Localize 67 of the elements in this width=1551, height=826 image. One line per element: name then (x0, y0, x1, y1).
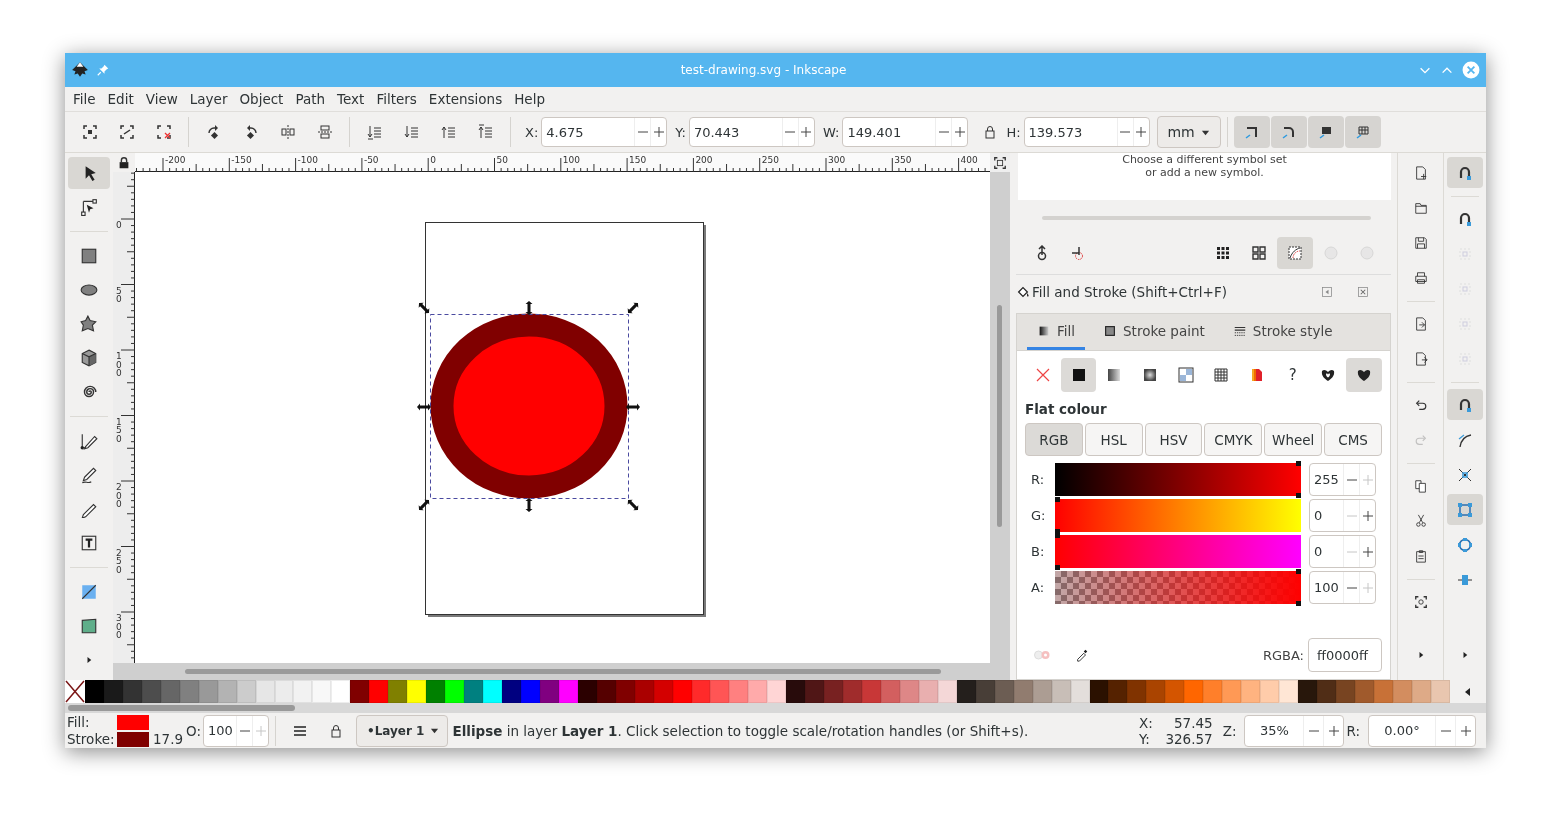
cursor-x-label: X: (1138, 714, 1153, 731)
number-field[interactable]: 100 (1309, 571, 1376, 604)
horizontal-ruler: -200 -150 -100 -50 0 50 100 150 200 250 300 350 400 (135, 153, 990, 172)
ruler-label: 250 (116, 548, 123, 575)
ruler-label: 300 (116, 614, 123, 640)
stroke-width: 17.9 (153, 731, 184, 748)
tab[interactable]: Fill (1027, 314, 1086, 350)
number-field[interactable]: 149.401 (842, 117, 969, 147)
opacity-field[interactable]: 100 (203, 714, 269, 747)
ruler-label: 100 (116, 352, 123, 378)
window-title: test-drawing.svg - Inkscape (679, 63, 848, 77)
mode-tab[interactable]: HSV (1144, 423, 1203, 456)
menu-item[interactable]: Filters (370, 91, 423, 107)
mode-tab[interactable]: HSL (1084, 423, 1143, 456)
field-label: H: (1006, 124, 1021, 140)
unset-paint-button[interactable]: ? (1274, 358, 1311, 392)
hint-text: Choose a different symbol set (1122, 153, 1287, 166)
mode-tab[interactable]: CMS (1324, 423, 1382, 456)
layer-dropdown[interactable]: •Layer 1 (356, 714, 449, 747)
ruler-label: 0 (116, 221, 123, 230)
tab[interactable]: Stroke paint (1093, 314, 1215, 350)
ruler-label: 200 (116, 483, 123, 509)
menu-item[interactable]: Edit (101, 91, 140, 107)
rgba-field[interactable]: ff0000ff (1308, 638, 1382, 672)
mode-tab[interactable]: CMYK (1204, 423, 1263, 456)
menu-item[interactable]: Help (508, 91, 551, 107)
field-label: W: (822, 124, 840, 140)
status-message: Ellipse in layer Layer 1. Click selection to toggle scale/rotation handles (or Shift+s). (452, 722, 1029, 739)
number-field[interactable]: 0 (1309, 499, 1376, 532)
menu-item[interactable]: Text (331, 91, 371, 107)
number-field[interactable]: 70.443 (688, 117, 815, 147)
zoom-field[interactable]: 35% (1244, 714, 1345, 747)
rgba-label: RGBA: (1262, 647, 1304, 663)
panel-title: Fill and Stroke (Shift+Ctrl+F) (1032, 284, 1228, 300)
field-label: Y: (675, 124, 686, 140)
channel-label: G: (1030, 508, 1047, 523)
menu-item[interactable]: Layer (183, 91, 234, 107)
rotation-field[interactable]: 0.00° (1368, 714, 1476, 747)
cursor-x-value: 57.45 (1173, 714, 1213, 731)
channel-label: A: (1030, 580, 1046, 595)
cursor-y-label: Y: (1138, 730, 1151, 747)
hint-text: or add a new symbol. (1145, 166, 1264, 179)
channel-label: R: (1030, 472, 1045, 487)
cursor-y-value: 326.57 (1164, 730, 1213, 747)
tab[interactable]: Stroke style (1222, 314, 1343, 350)
menu-item[interactable]: File (67, 91, 102, 107)
section-heading: Flat colour (1025, 401, 1108, 417)
opacity-label: O: (186, 722, 201, 739)
channel-label: B: (1030, 544, 1046, 559)
field-label: X: (525, 124, 539, 140)
menu-item[interactable]: Path (289, 91, 332, 107)
fill-label: Fill: (67, 713, 91, 731)
unit-dropdown[interactable]: mm (1156, 116, 1221, 148)
mode-tab[interactable]: RGB (1025, 423, 1083, 456)
number-field[interactable]: 0 (1309, 535, 1376, 568)
number-field[interactable]: 255 (1309, 463, 1376, 496)
menu-item[interactable]: View (139, 91, 184, 107)
number-field[interactable]: 4.675 (541, 117, 668, 147)
rotation-label: R: (1346, 722, 1360, 739)
number-field[interactable]: 139.573 (1023, 117, 1150, 147)
mode-tab[interactable]: Wheel (1264, 423, 1323, 456)
menu-item[interactable]: Object (233, 91, 290, 107)
zoom-label: Z: (1222, 722, 1237, 739)
menu-item[interactable]: Extensions (422, 91, 509, 107)
stroke-label: Stroke: (67, 730, 116, 748)
ruler-label: 50 (116, 286, 123, 304)
ruler-label: 150 (116, 417, 123, 444)
